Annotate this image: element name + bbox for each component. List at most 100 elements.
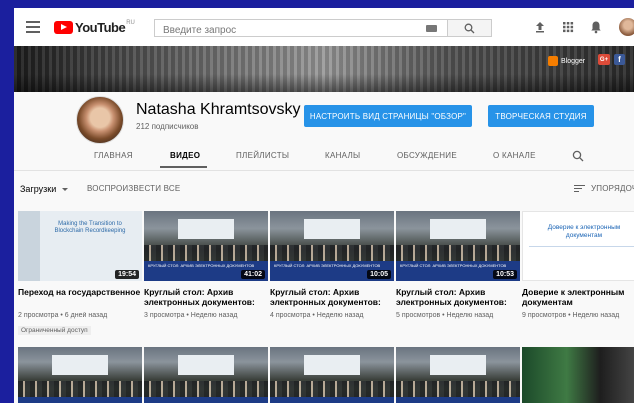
search-input[interactable] [161, 22, 425, 39]
video-title[interactable]: Переход на государственное [18, 287, 142, 307]
video-title[interactable]: Круглый стол: Архив электронных документ… [396, 287, 520, 307]
search-box[interactable] [154, 19, 448, 39]
search-button[interactable] [448, 19, 492, 37]
thumbnail-caption [144, 397, 268, 403]
youtube-logo[interactable]: YouTube RU [54, 19, 135, 35]
video-duration: 10:53 [493, 270, 517, 279]
thumbnail-art [396, 381, 520, 397]
thumbnail-art [270, 245, 394, 261]
video-card[interactable]: КРУГЛЫЙ СТОЛ: АРХИВ ЭЛЕКТРОННЫХ ДОКУМЕНТ… [396, 211, 520, 319]
channel-tabs: ГЛАВНАЯ ВИДЕО ПЛЕЙЛИСТЫ КАНАЛЫ ОБСУЖДЕНИ… [14, 147, 634, 169]
caret-down-icon [62, 188, 69, 192]
video-duration: 19:54 [115, 270, 139, 279]
creator-studio-button[interactable]: ТВОРЧЕСКАЯ СТУДИЯ [488, 105, 594, 127]
thumbnail-art [178, 219, 234, 239]
thumbnail-caption [18, 397, 142, 403]
menu-icon[interactable] [26, 21, 40, 33]
keyboard-icon[interactable] [426, 25, 437, 32]
subscriber-count: 212 подписчиков [136, 122, 199, 131]
thumbnail-art [52, 355, 108, 375]
play-all-button[interactable]: ВОСПРОИЗВЕСТИ ВСЕ [87, 184, 180, 193]
thumbnail-art [396, 245, 520, 261]
thumbnail-caption [396, 397, 520, 403]
thumbnail-caption [270, 397, 394, 403]
thumbnail-text: КРУГЛЫЙ СТОЛ: АРХИВ ЭЛЕКТРОННЫХ ДОКУМЕНТ… [148, 263, 255, 268]
google-plus-link[interactable]: G+ [598, 54, 610, 65]
channel-name: Natasha Khramtsovsky [136, 101, 301, 118]
tab-channels[interactable]: КАНАЛЫ [325, 151, 360, 160]
thumbnail-art [144, 245, 268, 261]
video-card[interactable]: КРУГЛЫЙ СТОЛ: АРХИВ ЭЛЕКТРОННЫХ ДОКУМЕНТ… [270, 211, 394, 319]
video-duration: 10:05 [367, 270, 391, 279]
video-meta: 5 просмотров • Неделю назад [396, 312, 494, 319]
channel-search-icon[interactable] [572, 150, 584, 162]
logo-word: YouTube [75, 19, 126, 35]
channel-avatar[interactable] [76, 96, 124, 144]
video-card[interactable]: Доверие к электронным документам 12 Дове… [522, 211, 634, 319]
video-title[interactable]: Круглый стол: Архив электронных документ… [270, 287, 394, 307]
blogger-link-label: Blogger [561, 57, 586, 65]
video-thumbnail[interactable]: Доверие к электронным документам 12 [522, 211, 634, 281]
video-thumbnail[interactable] [18, 347, 142, 403]
video-meta: 3 просмотра • Неделю назад [144, 312, 238, 319]
video-duration: 41:02 [241, 270, 265, 279]
uploads-label: Загрузки [20, 184, 57, 194]
video-thumbnail[interactable] [396, 347, 520, 403]
thumbnail-art [270, 381, 394, 397]
thumbnail-text: КРУГЛЫЙ СТОЛ: АРХИВ ЭЛЕКТРОННЫХ ДОКУМЕНТ… [400, 263, 507, 268]
thumbnail-text: Making the Transition to Blockchain Reco… [54, 221, 126, 234]
thumbnail-art [430, 219, 486, 239]
sort-icon [574, 183, 585, 194]
thumbnail-art [430, 355, 486, 375]
masthead: YouTube RU [14, 8, 634, 47]
thumbnail-art [144, 381, 268, 397]
play-logo-icon [54, 20, 73, 34]
thumbnail-art [18, 381, 142, 397]
tab-home[interactable]: ГЛАВНАЯ [94, 151, 133, 160]
tabs-divider [14, 170, 634, 171]
video-title[interactable]: Доверие к электронным документам [522, 287, 634, 307]
blogger-icon [548, 56, 558, 66]
bell-icon[interactable] [588, 19, 604, 35]
search-icon [464, 23, 475, 34]
thumbnail-art [304, 219, 360, 239]
restricted-badge: Ограниченный доступ [18, 326, 91, 335]
sort-button[interactable]: УПОРЯДОЧ [574, 183, 634, 194]
thumbnail-text: КРУГЛЫЙ СТОЛ: АРХИВ ЭЛЕКТРОННЫХ ДОКУМЕНТ… [274, 263, 381, 268]
tab-videos[interactable]: ВИДЕО [170, 151, 200, 160]
video-meta: 4 просмотра • Неделю назад [270, 312, 364, 319]
customize-channel-button[interactable]: НАСТРОИТЬ ВИД СТРАНИЦЫ "ОБЗОР" [304, 105, 472, 127]
video-card[interactable]: Making the Transition to Blockchain Reco… [18, 211, 142, 337]
blogger-link[interactable]: Blogger [548, 54, 585, 68]
tab-discussion[interactable]: ОБСУЖДЕНИЕ [397, 151, 457, 160]
video-title[interactable]: Круглый стол: Архив электронных документ… [144, 287, 268, 307]
thumbnail-art [304, 355, 360, 375]
video-meta: 2 просмотра • 6 дней назад [18, 312, 108, 319]
video-thumbnail[interactable]: Making the Transition to Blockchain Reco… [18, 211, 142, 281]
video-thumbnail[interactable] [522, 347, 634, 403]
browser-viewport: YouTube RU Blogger G+ f Natasha Khramtso… [14, 8, 634, 403]
video-thumbnail[interactable]: КРУГЛЫЙ СТОЛ: АРХИВ ЭЛЕКТРОННЫХ ДОКУМЕНТ… [396, 211, 520, 281]
tab-about[interactable]: О КАНАЛЕ [493, 151, 536, 160]
video-thumbnail[interactable]: КРУГЛЫЙ СТОЛ: АРХИВ ЭЛЕКТРОННЫХ ДОКУМЕНТ… [144, 211, 268, 281]
upload-icon[interactable] [532, 19, 548, 35]
video-card[interactable]: КРУГЛЫЙ СТОЛ: АРХИВ ЭЛЕКТРОННЫХ ДОКУМЕНТ… [144, 211, 268, 319]
apps-grid-icon[interactable] [560, 19, 576, 35]
tab-playlists[interactable]: ПЛЕЙЛИСТЫ [236, 151, 289, 160]
logo-region: RU [126, 20, 135, 26]
thumbnail-art [529, 246, 634, 247]
facebook-link[interactable]: f [614, 54, 625, 65]
uploads-dropdown[interactable]: Загрузки [20, 184, 69, 194]
thumbnail-text: Доверие к электронным документам [547, 224, 621, 239]
video-thumbnail[interactable] [270, 347, 394, 403]
banner-shade [14, 74, 634, 92]
thumbnail-art [178, 355, 234, 375]
video-thumbnail[interactable] [144, 347, 268, 403]
thumbnail-art [18, 211, 40, 281]
video-meta: 9 просмотров • Неделю назад [522, 312, 620, 319]
video-thumbnail[interactable]: КРУГЛЫЙ СТОЛ: АРХИВ ЭЛЕКТРОННЫХ ДОКУМЕНТ… [270, 211, 394, 281]
channel-banner: Blogger G+ f [14, 46, 634, 92]
account-avatar[interactable] [619, 18, 634, 36]
active-tab-indicator [160, 166, 207, 168]
sort-label: УПОРЯДОЧ [591, 184, 634, 193]
